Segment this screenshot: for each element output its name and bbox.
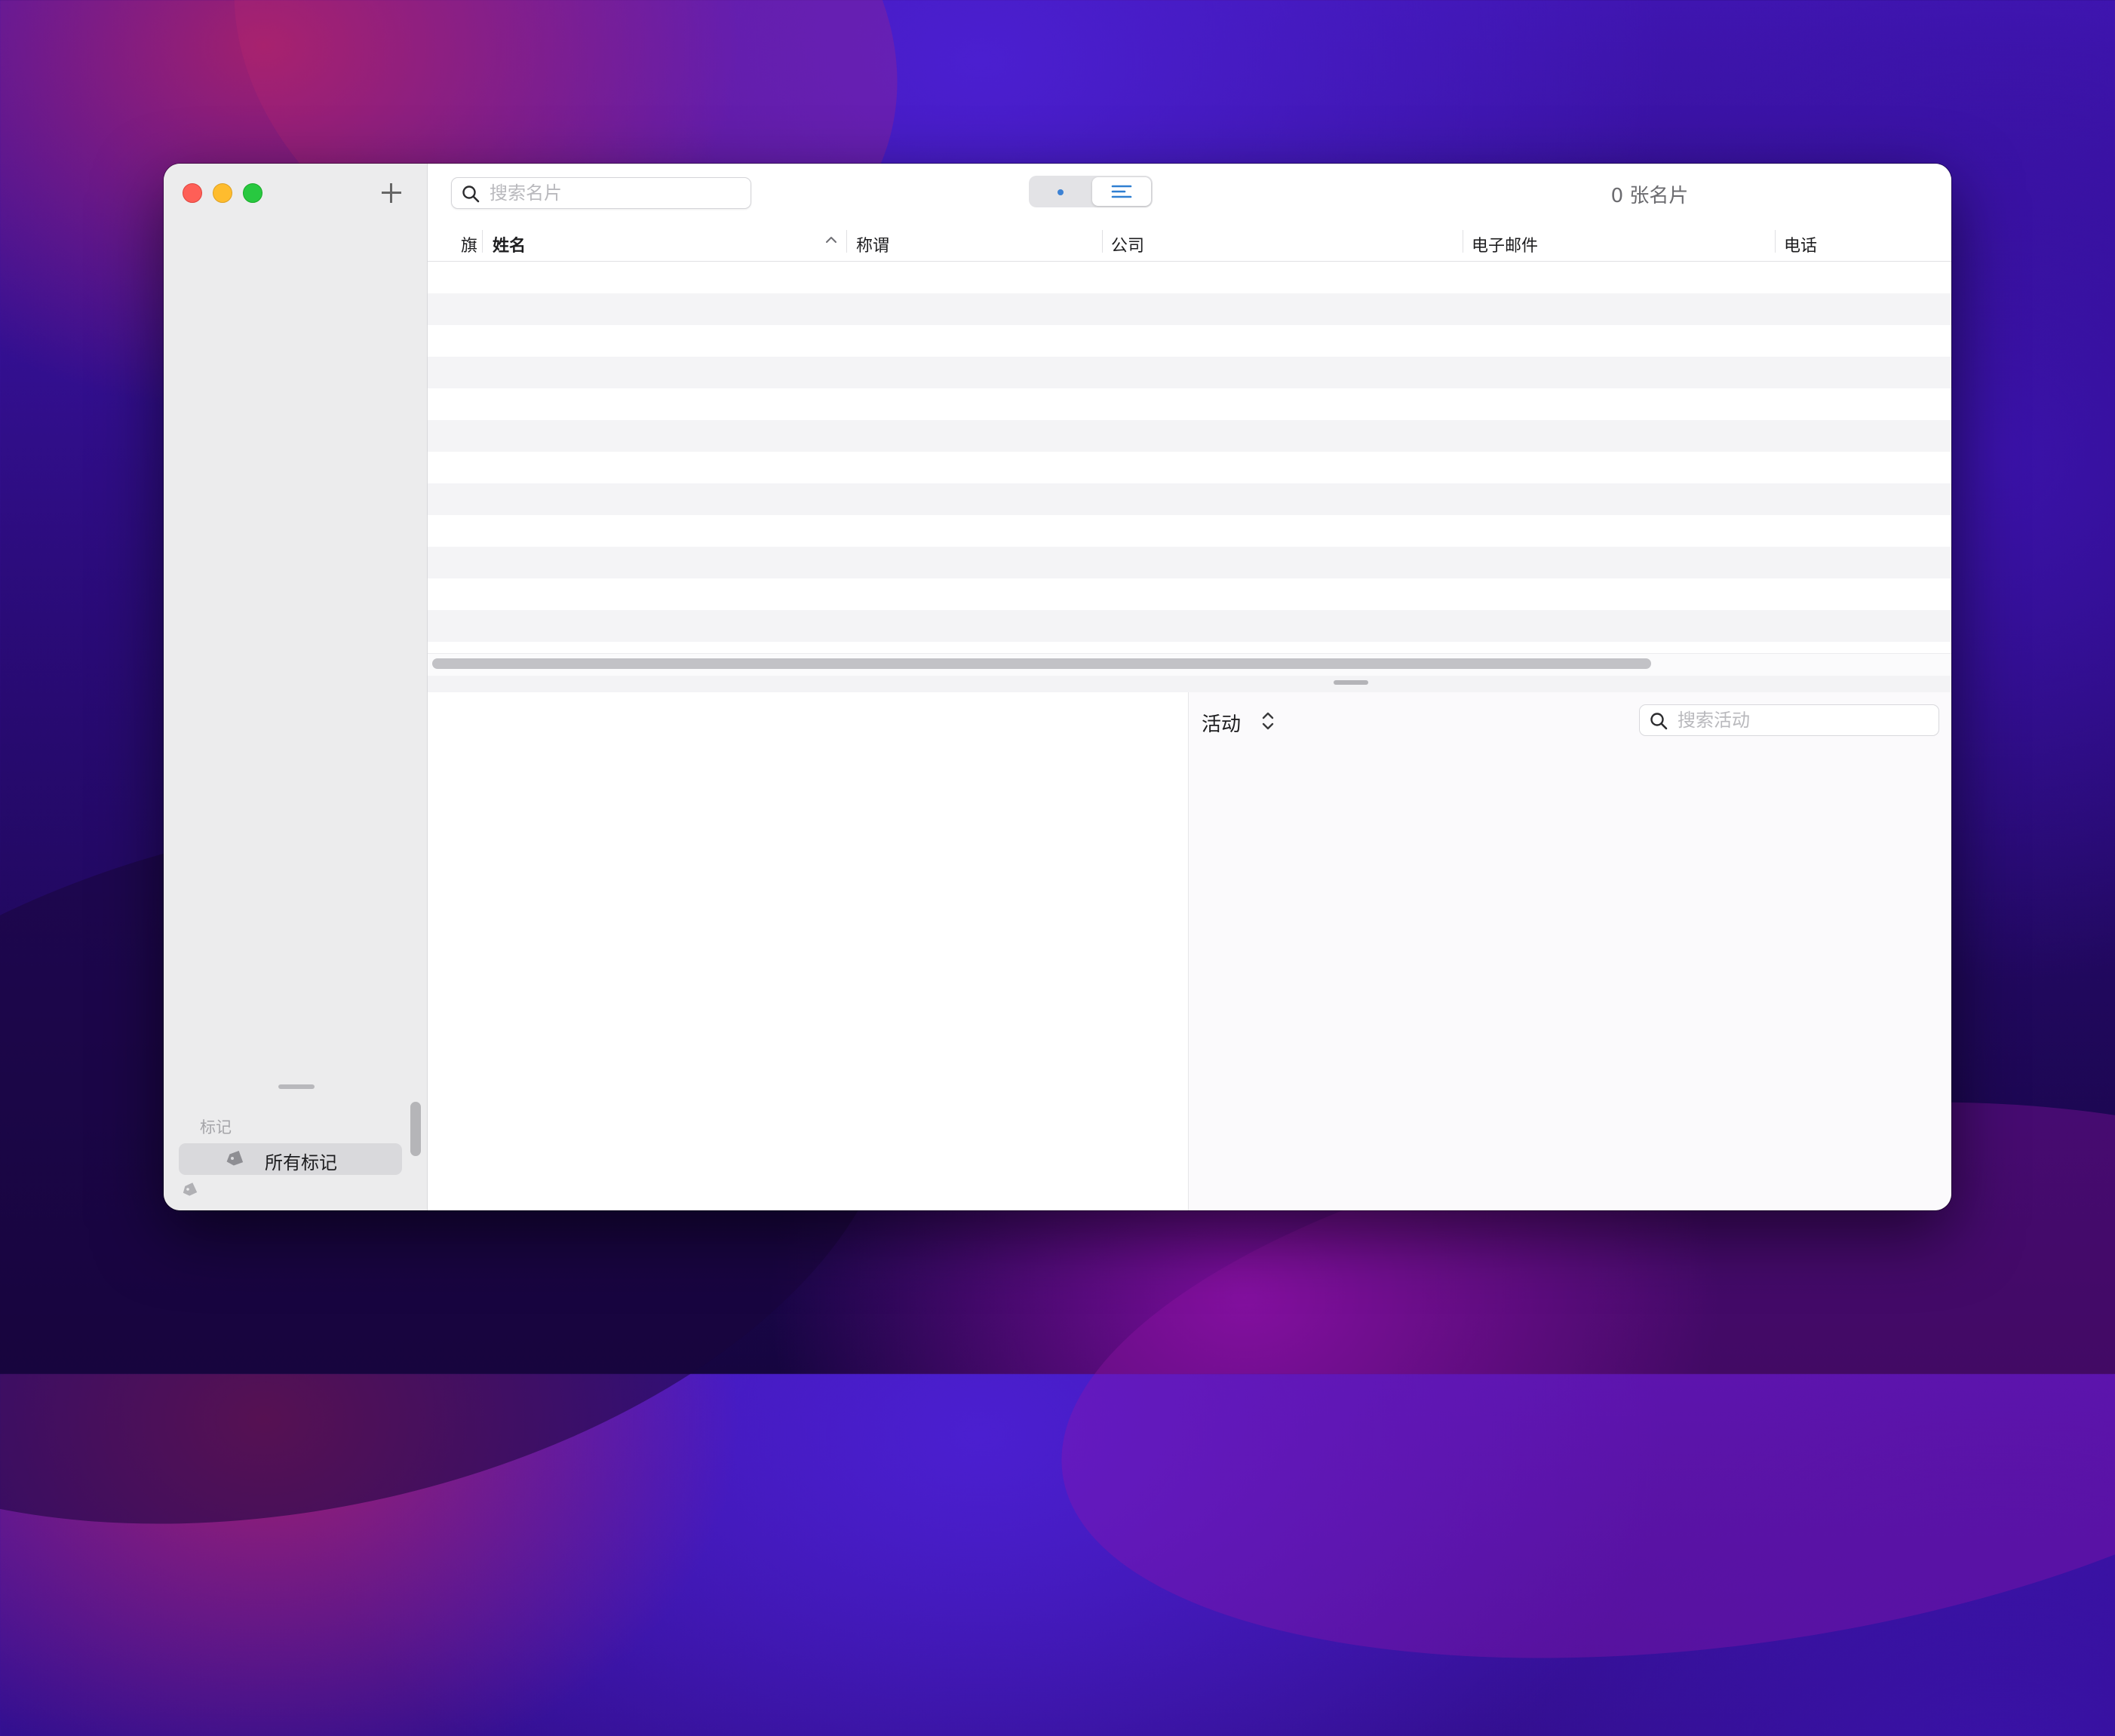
sidebar-split-handle[interactable] [278,1084,315,1089]
empty-table-row [428,578,1951,610]
empty-table-row [428,420,1951,452]
pane-split-bar[interactable] [428,676,1951,693]
sidebar-scrollbar[interactable] [410,1102,421,1156]
sidebar-item-label: 所有标记 [265,1152,337,1173]
sidebar: 标记 所有标记 [164,164,428,1210]
window-minimize-button[interactable] [213,183,232,203]
empty-table-row [428,515,1951,547]
column-header-title[interactable]: 称谓 [856,232,889,256]
empty-table-row [428,452,1951,483]
window-close-button[interactable] [183,183,202,203]
column-divider[interactable] [846,230,847,253]
search-icon [1650,713,1668,730]
view-mode-control [1029,176,1153,207]
table-header: 旗 姓名 称谓 公司 电子邮件 电话 [428,222,1951,262]
toolbar: 0 张名片 [428,164,1951,222]
empty-table-row [428,610,1951,642]
activity-search-input[interactable] [1678,708,1926,732]
tags-section-header: 标记 [200,1118,232,1136]
search-field[interactable] [451,177,751,209]
chevron-up-icon[interactable] [823,232,840,248]
activity-title[interactable]: 活动 [1202,709,1241,737]
cards-table[interactable] [428,262,1951,653]
empty-table-row [428,293,1951,325]
column-header-company[interactable]: 公司 [1111,232,1144,256]
list-lines-icon [1111,185,1132,198]
empty-table-row [428,483,1951,515]
list-view-button[interactable] [1092,177,1151,206]
card-view-button[interactable] [1030,177,1089,206]
card-detail-pane [428,692,1188,1210]
sidebar-item-all-tags[interactable]: 所有标记 [179,1143,402,1175]
horizontal-scrollbar[interactable] [428,653,1951,676]
window-zoom-button[interactable] [243,183,262,203]
search-input[interactable] [490,181,738,205]
column-divider[interactable] [1775,230,1776,253]
tag-icon[interactable] [180,1182,198,1198]
column-header-email[interactable]: 电子邮件 [1472,232,1538,256]
empty-table-row [428,357,1951,388]
card-count-label: 0 张名片 [1610,185,1689,207]
column-divider[interactable] [482,230,483,253]
empty-table-row [428,325,1951,357]
empty-table-row [428,547,1951,578]
column-header-flag[interactable]: 旗 [461,232,477,256]
column-divider[interactable] [1102,230,1103,253]
up-down-chevron-icon[interactable] [1260,709,1276,733]
add-card-button[interactable] [376,177,406,207]
tag-icon [226,1151,244,1166]
search-icon [462,186,480,203]
empty-table-row [428,262,1951,293]
column-header-phone[interactable]: 电话 [1784,232,1817,256]
horizontal-scrollbar-thumb[interactable] [432,658,1651,669]
empty-table-row [428,642,1951,653]
app-window: 标记 所有标记 搜索名片 0 张名片 旗 姓名 称谓 公司 电子邮件 电话 活动… [164,164,1951,1210]
empty-table-row [428,388,1951,420]
activity-pane: 活动 [1188,692,1951,1210]
activity-search-field[interactable] [1639,704,1939,736]
pane-split-handle[interactable] [1334,680,1368,685]
dot-icon [1058,189,1064,195]
column-header-name[interactable]: 姓名 [493,232,526,256]
